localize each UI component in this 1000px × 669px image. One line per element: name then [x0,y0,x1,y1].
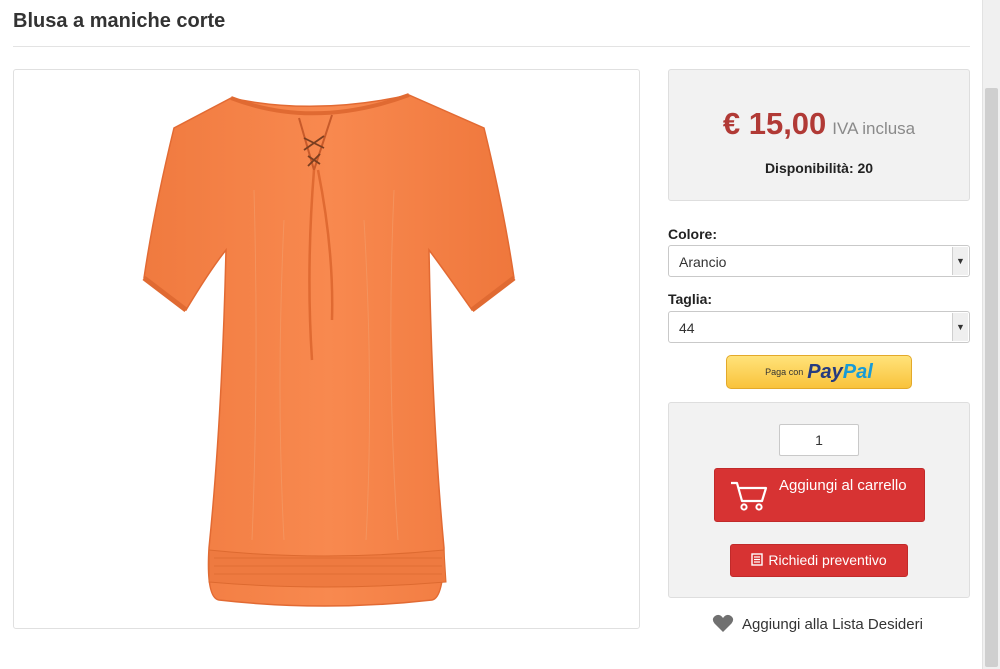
paypal-logo-pal: Pal [842,361,873,383]
paypal-prefix: Paga con [765,367,804,377]
color-select-value: Arancio [679,254,727,270]
size-select[interactable]: 44 ▼ [668,311,970,343]
chevron-down-icon[interactable]: ▼ [952,313,968,341]
page-title: Blusa a maniche corte [13,10,226,32]
add-to-cart-button[interactable]: Aggiungi al carrello [714,468,925,522]
page-scrollbar[interactable] [982,0,1000,669]
wishlist-label: Aggiungi alla Lista Desideri [742,616,923,633]
request-quote-button[interactable]: Richiedi preventivo [730,544,908,577]
heart-icon [712,614,734,633]
product-image-panel[interactable] [13,69,640,629]
color-label: Colore: [668,226,717,242]
vat-label: IVA inclusa [832,119,916,138]
size-label: Taglia: [668,291,713,307]
quantity-input[interactable]: 1 [779,424,859,456]
title-divider [13,46,970,47]
chevron-down-icon[interactable]: ▼ [952,247,968,275]
add-to-cart-label: Aggiungi al carrello [779,477,907,494]
size-select-value: 44 [679,320,695,336]
availability-text: Disponibilità: 20 [764,160,874,176]
product-price: € 15,00 [722,106,827,141]
paypal-logo-pay: Pay [807,361,843,383]
price-box: € 15,00 IVA inclusa Disponibilità: 20 [668,69,970,201]
document-icon [751,553,764,566]
color-select[interactable]: Arancio ▼ [668,245,970,277]
paypal-button[interactable]: Paga con PayPal [726,355,912,389]
product-image [142,93,516,607]
request-quote-label: Richiedi preventivo [768,552,887,568]
add-to-wishlist-link[interactable]: Aggiungi alla Lista Desideri [712,614,923,633]
cart-box: 1 Aggiungi al carrello Richiedi preventi… [668,402,970,598]
cart-icon [731,481,768,511]
scrollbar-thumb[interactable] [985,88,998,667]
